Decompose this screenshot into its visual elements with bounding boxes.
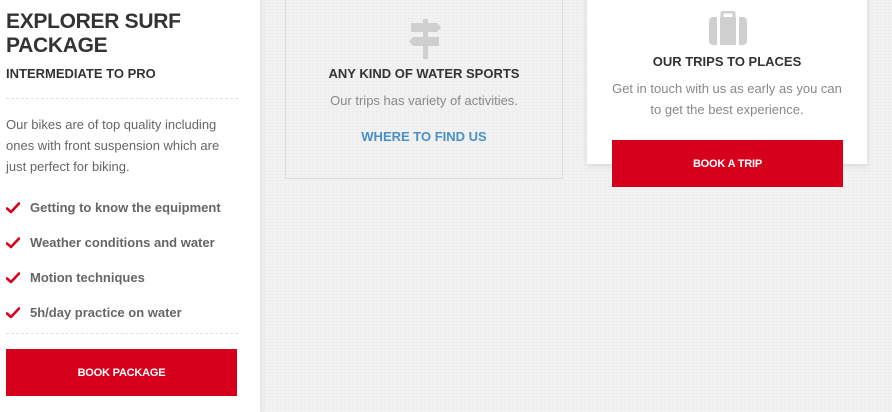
package-level: INTERMEDIATE TO PRO bbox=[6, 66, 156, 81]
package-card: EXPLORER SURF PACKAGE INTERMEDIATE TO PR… bbox=[0, 0, 260, 412]
check-icon bbox=[6, 306, 20, 318]
water-sports-card: ANY KIND OF WATER SPORTS Our trips has v… bbox=[285, 0, 563, 179]
feature-label: Motion techniques bbox=[30, 270, 145, 285]
book-package-button[interactable]: BOOK PACKAGE bbox=[6, 349, 237, 396]
water-sports-text: Our trips has variety of activities. bbox=[330, 93, 518, 108]
package-title: EXPLORER SURF PACKAGE bbox=[6, 10, 181, 57]
feature-label: Getting to know the equipment bbox=[30, 200, 221, 215]
check-icon bbox=[6, 201, 20, 213]
check-icon bbox=[6, 236, 20, 248]
divider bbox=[6, 98, 238, 99]
feature-item: Getting to know the equipment bbox=[6, 190, 221, 225]
trips-text: Get in touch with us as early as you can… bbox=[612, 81, 842, 117]
divider bbox=[6, 333, 238, 334]
trips-title: OUR TRIPS TO PLACES bbox=[652, 54, 802, 69]
feature-list: Getting to know the equipment Weather co… bbox=[6, 190, 221, 330]
briefcase-icon bbox=[709, 11, 747, 45]
where-to-find-us-link[interactable]: WHERE TO FIND US bbox=[286, 129, 562, 144]
feature-item: Weather conditions and water bbox=[6, 225, 221, 260]
signpost-icon bbox=[409, 19, 441, 59]
book-trip-button[interactable]: BOOK A TRIP bbox=[612, 140, 843, 187]
feature-label: Weather conditions and water bbox=[30, 235, 215, 250]
check-icon bbox=[6, 271, 20, 283]
feature-item: 5h/day practice on water bbox=[6, 295, 221, 330]
feature-label: 5h/day practice on water bbox=[30, 305, 182, 320]
water-sports-title: ANY KIND OF WATER SPORTS bbox=[328, 66, 520, 81]
feature-item: Motion techniques bbox=[6, 260, 221, 295]
package-description: Our bikes are of top quality including o… bbox=[6, 117, 220, 174]
